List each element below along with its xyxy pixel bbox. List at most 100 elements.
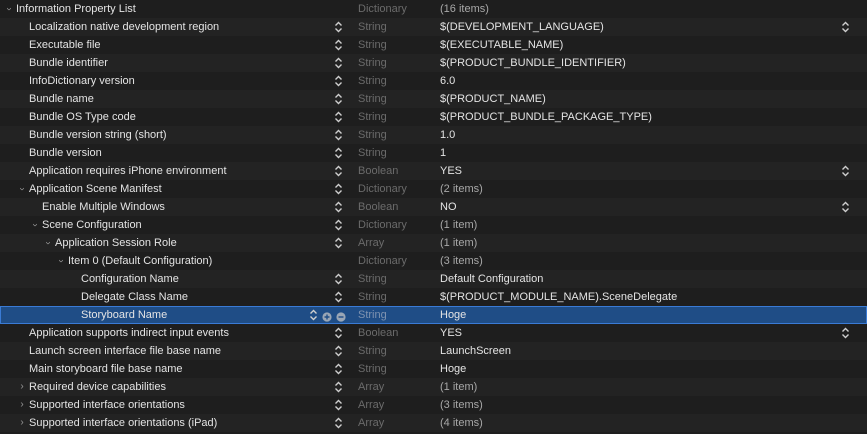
key-stepper-icon[interactable] <box>334 39 343 51</box>
key-cell[interactable]: Localization native development region <box>0 18 350 36</box>
type-cell[interactable]: Array <box>358 414 436 432</box>
type-cell[interactable]: String <box>358 18 436 36</box>
plist-row[interactable]: Bundle version String 1 <box>0 144 867 162</box>
disclosure-open-icon[interactable]: › <box>30 216 41 234</box>
value-cell[interactable]: NO <box>440 198 830 216</box>
key-stepper-icon[interactable] <box>334 183 343 195</box>
value-cell[interactable]: Hoge <box>440 306 830 324</box>
key-stepper-icon[interactable] <box>334 327 343 339</box>
disclosure-open-icon[interactable]: › <box>43 234 54 252</box>
key-stepper-icon[interactable] <box>334 129 343 141</box>
value-cell[interactable]: (2 items) <box>440 180 830 198</box>
plist-row[interactable]: Storyboard Name String Hoge <box>0 306 867 324</box>
key-cell[interactable]: › Application Scene Manifest <box>0 180 350 198</box>
key-cell[interactable]: Delegate Class Name <box>0 288 350 306</box>
key-cell[interactable]: Application requires iPhone environment <box>0 162 350 180</box>
plist-row[interactable]: Bundle version string (short) String 1.0 <box>0 126 867 144</box>
key-stepper-icon[interactable] <box>334 21 343 33</box>
key-cell[interactable]: Bundle version <box>0 144 350 162</box>
value-cell[interactable]: (4 items) <box>440 414 830 432</box>
plist-row[interactable]: InfoDictionary version String 6.0 <box>0 72 867 90</box>
key-cell[interactable]: Bundle name <box>0 90 350 108</box>
key-cell[interactable]: Configuration Name <box>0 270 350 288</box>
type-cell[interactable]: String <box>358 126 436 144</box>
value-cell[interactable]: YES <box>440 162 830 180</box>
key-stepper-icon[interactable] <box>334 165 343 177</box>
type-cell[interactable]: Boolean <box>358 162 436 180</box>
type-cell[interactable]: String <box>358 306 436 324</box>
value-popup-stepper-icon[interactable] <box>841 165 850 177</box>
key-stepper-icon[interactable] <box>309 309 318 321</box>
value-cell[interactable]: Default Configuration <box>440 270 830 288</box>
type-cell[interactable]: Dictionary <box>358 0 436 18</box>
key-stepper-icon[interactable] <box>334 363 343 375</box>
plist-row[interactable]: › Application Session Role Array (1 item) <box>0 234 867 252</box>
value-cell[interactable]: $(PRODUCT_MODULE_NAME).SceneDelegate <box>440 288 830 306</box>
plist-row[interactable]: › Application Scene Manifest Dictionary (2 … <box>0 180 867 198</box>
key-cell[interactable]: › Required device capabilities <box>0 378 350 396</box>
key-cell[interactable]: › Scene Configuration <box>0 216 350 234</box>
key-cell[interactable]: Launch screen interface file base name <box>0 342 350 360</box>
plist-row[interactable]: › Information Property List Dictionary (16 … <box>0 0 867 18</box>
key-cell[interactable]: Executable file <box>0 36 350 54</box>
key-stepper-icon[interactable] <box>334 201 343 213</box>
type-cell[interactable]: String <box>358 288 436 306</box>
value-cell[interactable]: $(DEVELOPMENT_LANGUAGE) <box>440 18 830 36</box>
value-cell[interactable]: 6.0 <box>440 72 830 90</box>
plist-row[interactable]: Delegate Class Name String $(PRODUCT_MODUL… <box>0 288 867 306</box>
key-cell[interactable]: › Application Session Role <box>0 234 350 252</box>
disclosure-closed-icon[interactable]: › <box>17 414 27 432</box>
key-cell[interactable]: InfoDictionary version <box>0 72 350 90</box>
key-cell[interactable]: Main storyboard file base name <box>0 360 350 378</box>
type-cell[interactable]: String <box>358 342 436 360</box>
value-cell[interactable]: (1 item) <box>440 234 830 252</box>
value-cell[interactable]: LaunchScreen <box>440 342 830 360</box>
key-cell[interactable]: Bundle OS Type code <box>0 108 350 126</box>
type-cell[interactable]: String <box>358 36 436 54</box>
value-popup-stepper-icon[interactable] <box>841 21 850 33</box>
key-stepper-icon[interactable] <box>334 111 343 123</box>
add-circle-icon[interactable] <box>322 310 332 322</box>
plist-row[interactable]: Executable file String $(EXECUTABLE_NAME) <box>0 36 867 54</box>
type-cell[interactable]: Dictionary <box>358 180 436 198</box>
type-cell[interactable]: Boolean <box>358 324 436 342</box>
key-cell[interactable]: Bundle version string (short) <box>0 126 350 144</box>
value-cell[interactable]: YES <box>440 324 830 342</box>
key-cell[interactable]: › Information Property List <box>0 0 350 18</box>
plist-row[interactable]: › Item 0 (Default Configuration) Dictionar… <box>0 252 867 270</box>
key-stepper-icon[interactable] <box>334 93 343 105</box>
key-cell[interactable]: › Supported interface orientations (iPad) <box>0 414 350 432</box>
key-cell[interactable]: › Item 0 (Default Configuration) <box>0 252 350 270</box>
value-cell[interactable]: (16 items) <box>440 0 830 18</box>
value-cell[interactable]: $(PRODUCT_BUNDLE_PACKAGE_TYPE) <box>440 108 830 126</box>
plist-row[interactable]: Localization native development region St… <box>0 18 867 36</box>
key-stepper-icon[interactable] <box>334 381 343 393</box>
type-cell[interactable]: String <box>358 360 436 378</box>
value-popup-stepper-icon[interactable] <box>841 201 850 213</box>
key-cell[interactable]: Application supports indirect input even… <box>0 324 350 342</box>
key-stepper-icon[interactable] <box>334 273 343 285</box>
remove-circle-icon[interactable] <box>336 310 346 322</box>
plist-row[interactable]: Launch screen interface file base name St… <box>0 342 867 360</box>
key-stepper-icon[interactable] <box>334 417 343 429</box>
key-cell[interactable]: Bundle identifier <box>0 54 350 72</box>
value-cell[interactable]: Hoge <box>440 360 830 378</box>
type-cell[interactable]: Boolean <box>358 198 436 216</box>
type-cell[interactable]: String <box>358 90 436 108</box>
plist-row[interactable]: Bundle name String $(PRODUCT_NAME) <box>0 90 867 108</box>
key-stepper-icon[interactable] <box>334 75 343 87</box>
value-cell[interactable]: (3 items) <box>440 252 830 270</box>
plist-row[interactable]: Application supports indirect input even… <box>0 324 867 342</box>
type-cell[interactable]: Array <box>358 234 436 252</box>
value-popup-stepper-icon[interactable] <box>841 327 850 339</box>
type-cell[interactable]: String <box>358 54 436 72</box>
value-cell[interactable]: (1 item) <box>440 216 830 234</box>
disclosure-open-icon[interactable]: › <box>4 0 15 18</box>
type-cell[interactable]: Array <box>358 396 436 414</box>
key-stepper-icon[interactable] <box>334 399 343 411</box>
key-stepper-icon[interactable] <box>334 147 343 159</box>
value-cell[interactable]: $(EXECUTABLE_NAME) <box>440 36 830 54</box>
type-cell[interactable]: Dictionary <box>358 216 436 234</box>
value-cell[interactable]: $(PRODUCT_BUNDLE_IDENTIFIER) <box>440 54 830 72</box>
key-stepper-icon[interactable] <box>334 57 343 69</box>
